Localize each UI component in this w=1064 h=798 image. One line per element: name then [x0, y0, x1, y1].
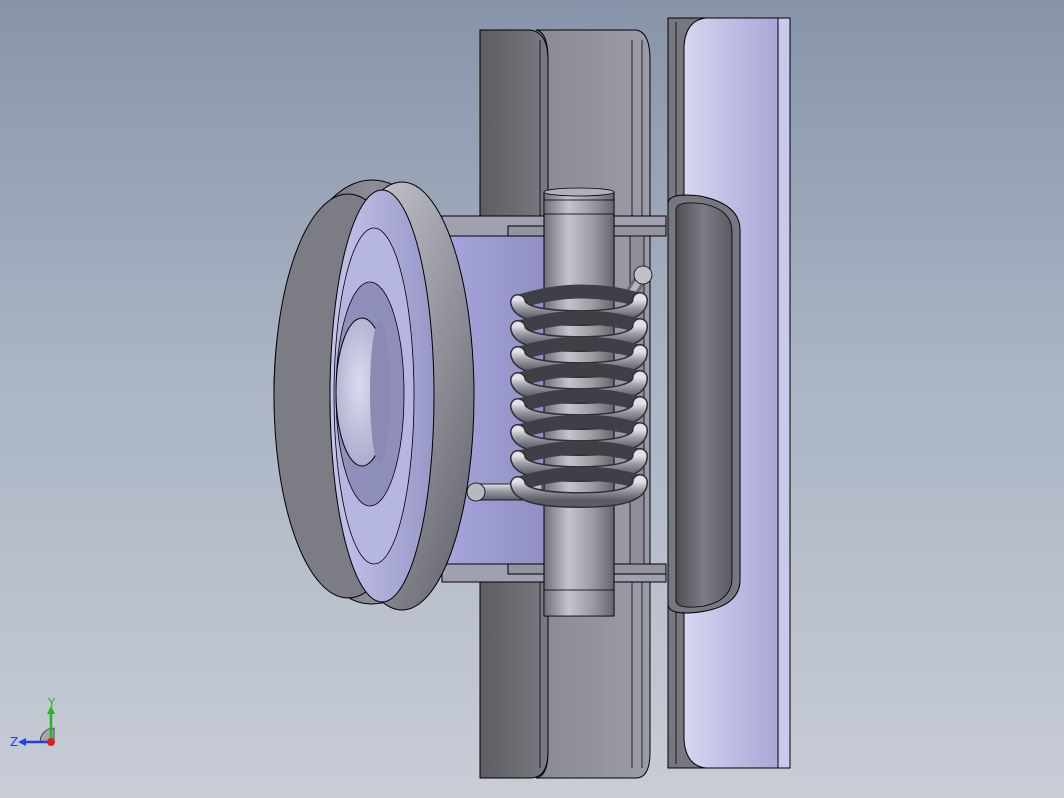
x-axis-dot [47, 738, 55, 746]
assembly-model[interactable] [0, 0, 1064, 798]
mount-cup[interactable] [667, 194, 741, 614]
axis-triad: Y Z [10, 696, 56, 749]
y-axis-label: Y [47, 696, 56, 710]
z-axis-label: Z [10, 735, 18, 749]
z-axis-head [18, 738, 26, 746]
cad-viewport[interactable]: Y Z [0, 0, 1064, 798]
torsion-spring[interactable] [510, 284, 648, 509]
wheel[interactable] [273, 179, 475, 611]
